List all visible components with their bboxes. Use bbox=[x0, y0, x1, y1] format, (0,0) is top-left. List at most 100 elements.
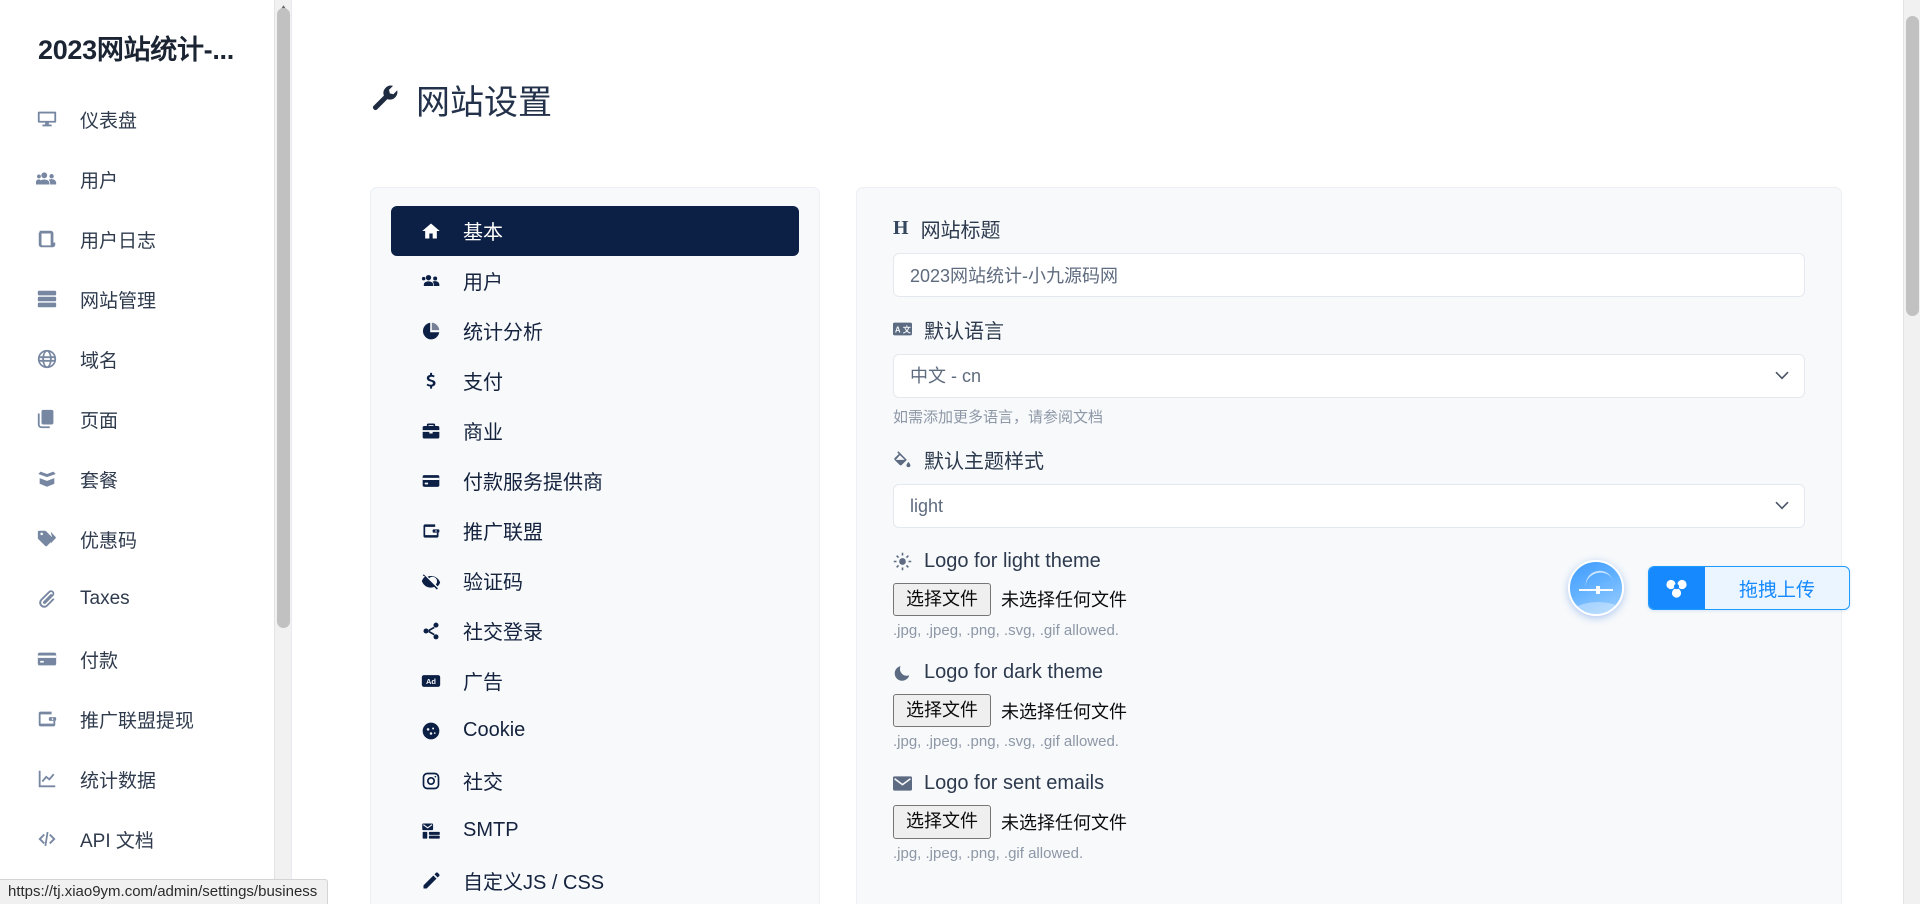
default-language-select[interactable]: 中文 - cn bbox=[893, 353, 1805, 398]
main-content: 网站设置 基本 用户 统计分析 支付 商业 付款服务提供商 推广联盟 验证码 社… bbox=[292, 0, 1920, 904]
briefcase-icon bbox=[421, 421, 449, 441]
settings-tab-social-login[interactable]: 社交登录 bbox=[391, 606, 799, 656]
settings-tab-business[interactable]: 商业 bbox=[391, 406, 799, 456]
wallet-icon bbox=[36, 708, 66, 730]
choose-file-button[interactable]: 选择文件 bbox=[893, 582, 991, 616]
settings-tab-label: 商业 bbox=[463, 422, 503, 445]
logo-email-file-row: 选择文件 未选择任何文件 bbox=[893, 805, 1805, 839]
sidebar-item-api-docs[interactable]: API 文档 bbox=[0, 809, 291, 869]
default-theme-select-wrap: light bbox=[893, 483, 1805, 528]
sidebar-item-label: 统计数据 bbox=[80, 770, 157, 792]
sidebar-scrollbar-thumb[interactable] bbox=[277, 8, 290, 628]
settings-tab-custom-js-css[interactable]: 自定义JS / CSS bbox=[391, 856, 799, 904]
settings-tab-label: Cookie bbox=[463, 719, 526, 742]
globe-ball-icon[interactable] bbox=[1567, 560, 1624, 616]
choose-file-button[interactable]: 选择文件 bbox=[893, 805, 991, 839]
pen-icon bbox=[421, 871, 449, 891]
settings-tab-ads[interactable]: Ad 广告 bbox=[391, 656, 799, 706]
site-title-input[interactable] bbox=[893, 252, 1805, 297]
settings-tab-smtp[interactable]: SMTP bbox=[391, 806, 799, 856]
sidebar-item-site-manage[interactable]: 网站管理 bbox=[0, 269, 291, 329]
sidebar-item-pages[interactable]: 页面 bbox=[0, 389, 291, 449]
sidebar-item-plans[interactable]: 套餐 bbox=[0, 449, 291, 509]
sidebar-nav: 仪表盘 用户 用户日志 网站管理 域名 页面 套餐 优惠码 Taxes 付款 推… bbox=[0, 89, 291, 869]
settings-tab-cookie[interactable]: Cookie bbox=[391, 706, 799, 756]
settings-tab-payment-providers[interactable]: 付款服务提供商 bbox=[391, 456, 799, 506]
settings-tab-label: 广告 bbox=[463, 672, 503, 695]
settings-tab-analytics[interactable]: 统计分析 bbox=[391, 306, 799, 356]
drag-upload-label: 拖拽上传 bbox=[1738, 579, 1815, 601]
sidebar-item-taxes[interactable]: Taxes bbox=[0, 569, 291, 629]
chart-line-icon bbox=[36, 768, 66, 790]
field-default-language: A文 默认语言 中文 - cn 如需添加更多语言，请参阅文档 bbox=[893, 315, 1805, 427]
default-language-select-wrap: 中文 - cn bbox=[893, 353, 1805, 398]
credit-card-icon bbox=[36, 648, 66, 670]
sidebar-item-coupons[interactable]: 优惠码 bbox=[0, 509, 291, 569]
settings-nav-card: 基本 用户 统计分析 支付 商业 付款服务提供商 推广联盟 验证码 社交登录 A… bbox=[370, 186, 820, 904]
svg-text:A: A bbox=[895, 326, 901, 335]
credit-card-icon bbox=[421, 471, 449, 491]
chosen-file-name: 未选择任何文件 bbox=[1001, 701, 1127, 722]
logo-email-hint: .jpg, .jpeg, .png, .gif allowed. bbox=[893, 844, 1084, 862]
default-theme-select[interactable]: light bbox=[893, 483, 1805, 528]
settings-layout: 基本 用户 统计分析 支付 商业 付款服务提供商 推广联盟 验证码 社交登录 A… bbox=[292, 147, 1920, 904]
settings-tab-captcha[interactable]: 验证码 bbox=[391, 556, 799, 606]
sidebar-item-affiliate-withdraw[interactable]: 推广联盟提现 bbox=[0, 689, 291, 749]
scroll-icon bbox=[36, 228, 66, 250]
sidebar-item-dashboard[interactable]: 仪表盘 bbox=[0, 89, 291, 149]
sidebar-item-user-log[interactable]: 用户日志 bbox=[0, 209, 291, 269]
ad-icon: Ad bbox=[421, 671, 449, 691]
logo-dark-hint: .jpg, .jpeg, .png, .svg, .gif allowed. bbox=[893, 733, 1119, 751]
settings-tab-affiliate[interactable]: 推广联盟 bbox=[391, 506, 799, 556]
globe-icon bbox=[36, 348, 66, 370]
pie-chart-icon bbox=[421, 321, 449, 341]
page-scrollbar-thumb[interactable] bbox=[1906, 16, 1919, 316]
settings-tab-label: 验证码 bbox=[463, 572, 523, 595]
svg-text:文: 文 bbox=[903, 325, 911, 335]
drag-upload-button[interactable]: 拖拽上传 bbox=[1647, 566, 1850, 610]
chosen-file-name: 未选择任何文件 bbox=[1001, 813, 1127, 833]
status-bar-url: https://tj.xiao9ym.com/admin/settings/bu… bbox=[0, 879, 329, 904]
label-text: 默认语言 bbox=[924, 320, 1004, 343]
settings-tab-payment[interactable]: 支付 bbox=[391, 356, 799, 406]
dollar-icon bbox=[421, 371, 449, 391]
floating-upload-widget: 拖拽上传 bbox=[1567, 560, 1850, 616]
settings-form-card: H 网站标题 A文 默认语言 中文 - cn bbox=[856, 186, 1842, 904]
settings-tab-label: 用户 bbox=[463, 272, 503, 295]
logo-light-hint: .jpg, .jpeg, .png, .svg, .gif allowed. bbox=[893, 621, 1119, 639]
language-icon: A文 bbox=[893, 321, 912, 337]
wrench-icon bbox=[370, 84, 400, 114]
copy-icon bbox=[36, 408, 66, 430]
code-icon bbox=[36, 828, 66, 850]
field-site-title: H 网站标题 bbox=[893, 214, 1805, 297]
label-text: Logo for dark theme bbox=[924, 660, 1103, 683]
instagram-icon bbox=[421, 771, 449, 791]
settings-tab-label: 统计分析 bbox=[463, 322, 543, 345]
moon-icon bbox=[893, 663, 912, 682]
settings-tab-label: SMTP bbox=[463, 819, 519, 842]
sidebar-item-users[interactable]: 用户 bbox=[0, 149, 291, 209]
sidebar-item-domains[interactable]: 域名 bbox=[0, 329, 291, 389]
settings-tab-label: 社交 bbox=[463, 772, 503, 795]
sidebar-item-label: API 文档 bbox=[80, 830, 154, 852]
sidebar-item-label: 网站管理 bbox=[80, 290, 157, 312]
page-scrollbar[interactable] bbox=[1903, 0, 1920, 904]
users-icon bbox=[421, 271, 449, 291]
settings-tab-social[interactable]: 社交 bbox=[391, 756, 799, 806]
choose-file-button[interactable]: 选择文件 bbox=[893, 693, 991, 728]
page-title: 网站设置 bbox=[416, 83, 552, 122]
svg-text:Ad: Ad bbox=[426, 677, 436, 686]
box-open-icon bbox=[36, 468, 66, 490]
cookie-icon bbox=[421, 721, 449, 741]
field-label: Logo for dark theme bbox=[893, 661, 1805, 684]
sidebar-item-payments[interactable]: 付款 bbox=[0, 629, 291, 689]
sidebar-scrollbar[interactable] bbox=[274, 0, 291, 904]
settings-tab-users[interactable]: 用户 bbox=[391, 256, 799, 306]
settings-tab-basic[interactable]: 基本 bbox=[391, 205, 799, 256]
field-label: H 网站标题 bbox=[893, 214, 1805, 243]
sidebar-item-label: 付款 bbox=[80, 650, 119, 672]
sidebar-item-statistics[interactable]: 统计数据 bbox=[0, 749, 291, 809]
settings-tab-label: 推广联盟 bbox=[463, 522, 543, 545]
users-icon bbox=[36, 168, 66, 190]
settings-tab-label: 基本 bbox=[463, 222, 503, 245]
